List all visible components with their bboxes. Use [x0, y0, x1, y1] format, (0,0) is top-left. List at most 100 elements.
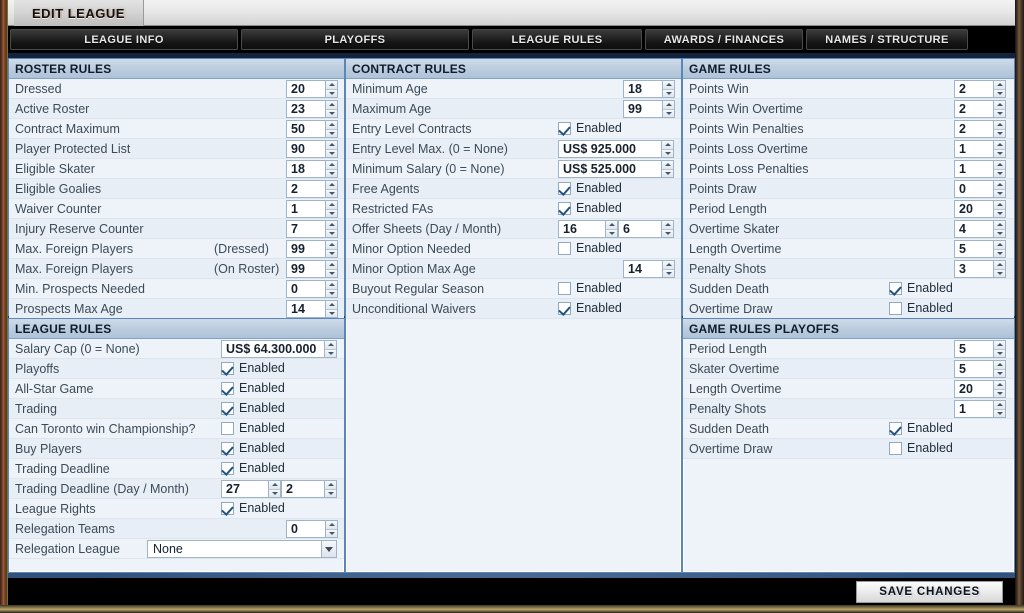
relegation-league-dropdown-value[interactable]: None [147, 540, 321, 558]
entry-level-max-0-none-spinner[interactable]: US$ 925.000 [558, 140, 674, 158]
trading-deadline-day-month-day-input[interactable]: 27 [221, 480, 268, 498]
max-foreign-players-dressed-input[interactable]: 99 [286, 240, 325, 258]
offer-sheets-day-month-month-spinner[interactable]: 6 [618, 220, 674, 238]
sudden-death-checkbox[interactable] [889, 421, 902, 435]
eligible-goalies-stepper-up[interactable] [326, 181, 337, 190]
tab-league-rules[interactable]: LEAGUE RULES [472, 29, 642, 50]
prospects-max-age-stepper-down[interactable] [326, 309, 337, 317]
max-foreign-players-on-roster-spinner[interactable]: 99 [286, 260, 338, 278]
offer-sheets-day-month-month-input[interactable]: 6 [618, 220, 661, 238]
chevron-down-icon[interactable] [321, 540, 337, 558]
length-overtime-stepper-down[interactable] [994, 249, 1005, 257]
active-roster-spinner[interactable]: 23 [286, 100, 338, 118]
points-win-penalties-stepper-down[interactable] [994, 129, 1005, 137]
offer-sheets-day-month-day-input[interactable]: 16 [558, 220, 605, 238]
minor-option-max-age-input[interactable]: 14 [623, 260, 662, 278]
maximum-age-stepper-up[interactable] [663, 101, 674, 110]
min-prospects-needed-input[interactable]: 0 [286, 280, 325, 298]
skater-overtime-stepper[interactable] [993, 360, 1006, 378]
length-overtime-spinner[interactable]: 20 [954, 380, 1006, 398]
entry-level-max-0-none-stepper-up[interactable] [662, 141, 673, 150]
tab-playoffs[interactable]: PLAYOFFS [241, 29, 469, 50]
player-protected-list-spinner[interactable]: 90 [286, 140, 338, 158]
points-draw-stepper-down[interactable] [994, 189, 1005, 197]
overtime-skater-stepper-up[interactable] [994, 221, 1005, 230]
minor-option-needed-checkbox-group[interactable]: Enabled [558, 241, 622, 255]
overtime-draw-checkbox-group[interactable]: Enabled [889, 301, 953, 315]
restricted-fas-checkbox-group[interactable]: Enabled [558, 201, 622, 215]
points-loss-penalties-stepper-up[interactable] [994, 161, 1005, 170]
period-length-stepper-up[interactable] [994, 201, 1005, 210]
eligible-goalies-stepper[interactable] [325, 180, 338, 198]
active-roster-input[interactable]: 23 [286, 100, 325, 118]
eligible-skater-input[interactable]: 18 [286, 160, 325, 178]
points-loss-overtime-stepper-up[interactable] [994, 141, 1005, 150]
relegation-league-dropdown[interactable]: None [147, 540, 337, 558]
eligible-skater-stepper[interactable] [325, 160, 338, 178]
contract-maximum-stepper-up[interactable] [326, 121, 337, 130]
buy-players-checkbox-group[interactable]: Enabled [221, 441, 285, 455]
playoffs-checkbox-group[interactable]: Enabled [221, 361, 285, 375]
points-win-stepper-up[interactable] [994, 81, 1005, 90]
salary-cap-0-none-spinner[interactable]: US$ 64.300.000 [221, 340, 337, 358]
trading-deadline-day-month-day-stepper[interactable] [268, 480, 281, 498]
dressed-stepper-up[interactable] [326, 81, 337, 90]
points-loss-penalties-stepper-down[interactable] [994, 169, 1005, 177]
sudden-death-checkbox-group[interactable]: Enabled [889, 281, 953, 295]
trading-checkbox[interactable] [221, 401, 234, 415]
length-overtime-stepper-up[interactable] [994, 241, 1005, 250]
trading-deadline-day-month-month-stepper-up[interactable] [325, 481, 336, 490]
points-draw-spinner[interactable]: 0 [954, 180, 1006, 198]
trading-deadline-checkbox-group[interactable]: Enabled [221, 461, 285, 475]
min-prospects-needed-stepper-up[interactable] [326, 281, 337, 290]
points-win-overtime-spinner[interactable]: 2 [954, 100, 1006, 118]
injury-reserve-counter-spinner[interactable]: 7 [286, 220, 338, 238]
points-win-overtime-stepper-down[interactable] [994, 109, 1005, 117]
minimum-salary-0-none-stepper[interactable] [661, 160, 674, 178]
trading-deadline-day-month-month-spinner[interactable]: 2 [281, 480, 337, 498]
can-toronto-win-championship-checkbox[interactable] [221, 421, 234, 435]
points-win-penalties-stepper-up[interactable] [994, 121, 1005, 130]
salary-cap-0-none-input[interactable]: US$ 64.300.000 [221, 340, 324, 358]
player-protected-list-stepper[interactable] [325, 140, 338, 158]
can-toronto-win-championship-checkbox-group[interactable]: Enabled [221, 421, 285, 435]
points-loss-overtime-input[interactable]: 1 [954, 140, 993, 158]
min-prospects-needed-stepper-down[interactable] [326, 289, 337, 297]
trading-deadline-day-month-day-stepper-up[interactable] [269, 481, 280, 490]
max-foreign-players-on-roster-input[interactable]: 99 [286, 260, 325, 278]
minor-option-needed-checkbox[interactable] [558, 241, 571, 255]
period-length-spinner[interactable]: 20 [954, 200, 1006, 218]
eligible-goalies-input[interactable]: 2 [286, 180, 325, 198]
relegation-teams-spinner[interactable]: 0 [286, 520, 338, 538]
period-length-stepper[interactable] [993, 200, 1006, 218]
league-rights-checkbox-group[interactable]: Enabled [221, 501, 285, 515]
points-win-overtime-stepper-up[interactable] [994, 101, 1005, 110]
dressed-spinner[interactable]: 20 [286, 80, 338, 98]
max-foreign-players-on-roster-stepper-down[interactable] [326, 269, 337, 277]
maximum-age-stepper-down[interactable] [663, 109, 674, 117]
minimum-salary-0-none-input[interactable]: US$ 525.000 [558, 160, 661, 178]
points-win-input[interactable]: 2 [954, 80, 993, 98]
trading-deadline-day-month-month-stepper-down[interactable] [325, 489, 336, 497]
trading-checkbox-group[interactable]: Enabled [221, 401, 285, 415]
maximum-age-spinner[interactable]: 99 [623, 100, 675, 118]
tab-awards-finances[interactable]: AWARDS / FINANCES [645, 29, 803, 50]
injury-reserve-counter-stepper-up[interactable] [326, 221, 337, 230]
points-win-stepper[interactable] [993, 80, 1006, 98]
skater-overtime-spinner[interactable]: 5 [954, 360, 1006, 378]
length-overtime-stepper-down[interactable] [994, 389, 1005, 397]
player-protected-list-input[interactable]: 90 [286, 140, 325, 158]
active-roster-stepper-down[interactable] [326, 109, 337, 117]
period-length-stepper-down[interactable] [994, 349, 1005, 357]
penalty-shots-stepper-down[interactable] [994, 409, 1005, 417]
points-win-stepper-down[interactable] [994, 89, 1005, 97]
length-overtime-input[interactable]: 20 [954, 380, 993, 398]
restricted-fas-checkbox[interactable] [558, 201, 571, 215]
overtime-skater-input[interactable]: 4 [954, 220, 993, 238]
max-foreign-players-dressed-spinner[interactable]: 99 [286, 240, 338, 258]
waiver-counter-spinner[interactable]: 1 [286, 200, 338, 218]
trading-deadline-day-month-day-spinner[interactable]: 27 [221, 480, 281, 498]
buy-players-checkbox[interactable] [221, 441, 234, 455]
skater-overtime-input[interactable]: 5 [954, 360, 993, 378]
max-foreign-players-on-roster-stepper-up[interactable] [326, 261, 337, 270]
